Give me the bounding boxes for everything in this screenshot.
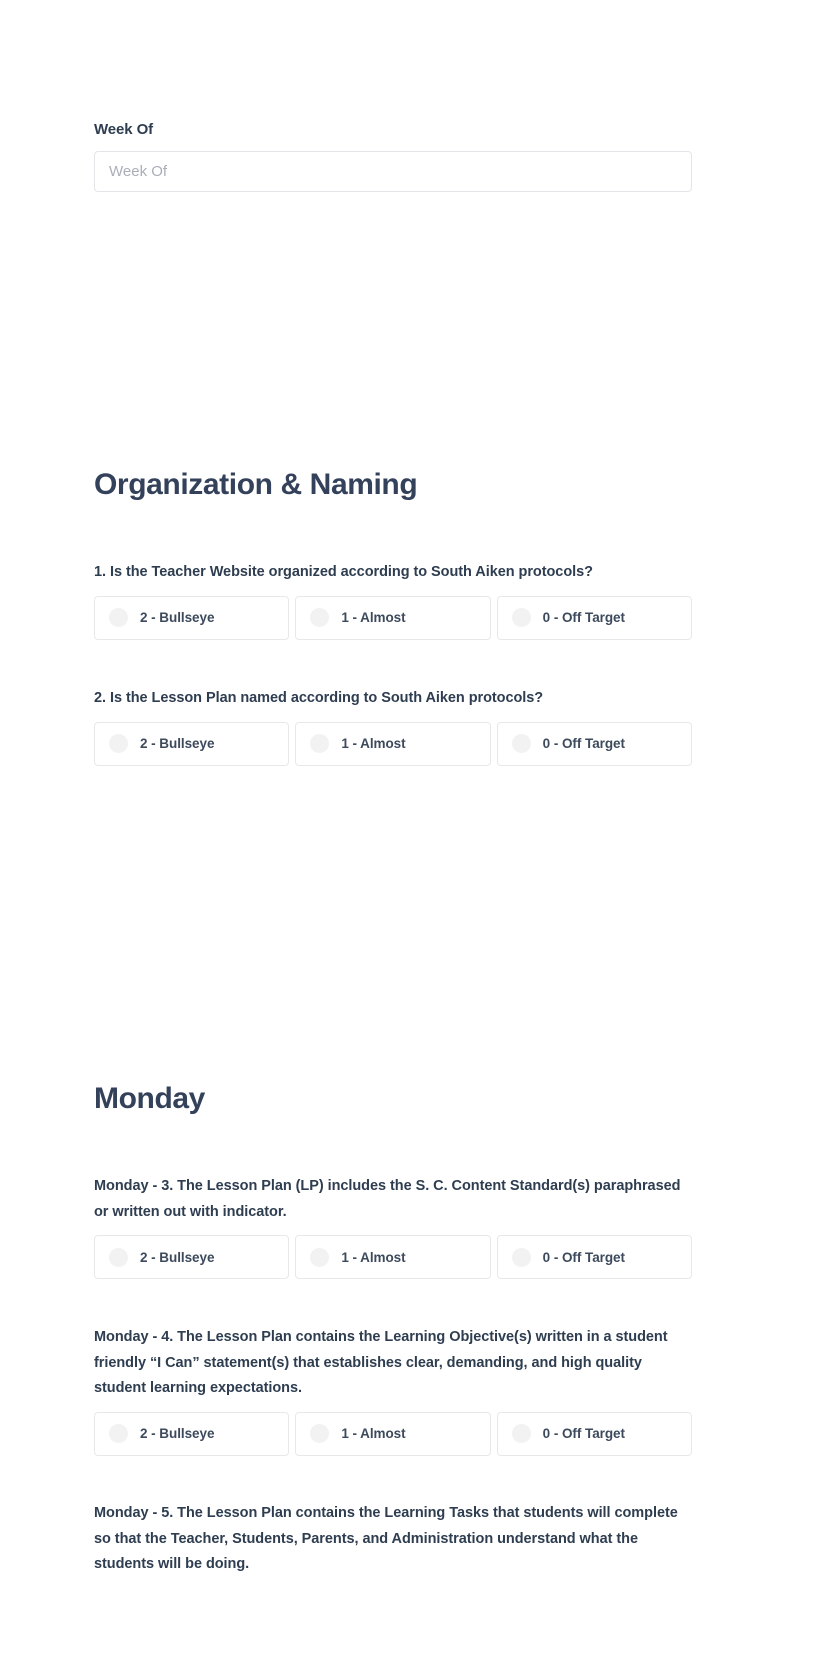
option-off-target[interactable]: 0 - Off Target [496, 1235, 692, 1279]
question-text: Monday - 3. The Lesson Plan (LP) include… [94, 1178, 681, 1220]
option-label: 2 - Bullseye [140, 736, 215, 751]
option-label: 0 - Off Target [542, 610, 625, 625]
radio-circle-icon[interactable] [109, 1424, 128, 1443]
question-text: Monday - 4. The Lesson Plan contains the… [94, 1329, 668, 1396]
option-bullseye[interactable]: 2 - Bullseye [94, 595, 290, 640]
option-almost[interactable]: 1 - Almost [295, 1411, 491, 1456]
option-label: 0 - Off Target [542, 1426, 625, 1441]
option-label: 1 - Almost [341, 610, 406, 625]
option-off-target[interactable]: 0 - Off Target [496, 1411, 692, 1456]
radio-circle-icon[interactable] [511, 1247, 531, 1267]
week-of-label: Week Of [94, 121, 154, 138]
question-text: 1. Is the Teacher Website organized acco… [94, 564, 593, 580]
question-block: 2. Is the Lesson Plan named according to… [94, 686, 692, 766]
option-almost[interactable]: 1 - Almost [295, 721, 491, 766]
week-of-input[interactable] [94, 151, 692, 192]
options-row: 2 - Bullseye 1 - Almost 0 - Off Target [94, 721, 692, 766]
radio-circle-icon[interactable] [109, 1247, 128, 1267]
option-label: 0 - Off Target [542, 1249, 625, 1265]
option-bullseye[interactable]: 2 - Bullseye [94, 1411, 290, 1456]
radio-circle-icon[interactable] [511, 734, 531, 753]
section-heading-monday: Monday [94, 1082, 205, 1115]
option-bullseye[interactable]: 2 - Bullseye [94, 721, 290, 766]
radio-circle-icon[interactable] [310, 734, 330, 753]
question-block: Monday - 5. The Lesson Plan contains the… [94, 1501, 692, 1588]
form-page: Week Of Organization & Naming 1. Is the … [0, 0, 840, 1680]
option-label: 2 - Bullseye [140, 610, 215, 625]
question-text: Monday - 5. The Lesson Plan contains the… [94, 1505, 678, 1572]
option-off-target[interactable]: 0 - Off Target [496, 721, 692, 766]
option-label: 2 - Bullseye [140, 1249, 215, 1265]
option-almost[interactable]: 1 - Almost [295, 1235, 491, 1279]
week-of-field-group: Week Of [94, 120, 692, 192]
radio-circle-icon[interactable] [310, 1424, 330, 1443]
section-heading-organization-naming: Organization & Naming [94, 468, 418, 501]
radio-circle-icon[interactable] [511, 1424, 531, 1443]
radio-circle-icon[interactable] [511, 608, 531, 627]
option-label: 2 - Bullseye [140, 1426, 215, 1441]
option-almost[interactable]: 1 - Almost [295, 595, 491, 640]
option-label: 1 - Almost [341, 1426, 406, 1441]
option-label: 0 - Off Target [542, 736, 625, 751]
question-text: 2. Is the Lesson Plan named according to… [94, 690, 544, 706]
options-row: 2 - Bullseye 1 - Almost 0 - Off Target [94, 1411, 692, 1456]
question-block: 1. Is the Teacher Website organized acco… [94, 560, 692, 640]
options-row: 2 - Bullseye 1 - Almost 0 - Off Target [94, 1235, 692, 1279]
option-bullseye[interactable]: 2 - Bullseye [94, 1235, 290, 1279]
options-row: 2 - Bullseye 1 - Almost 0 - Off Target [94, 595, 692, 640]
question-block: Monday - 4. The Lesson Plan contains the… [94, 1325, 692, 1456]
question-block: Monday - 3. The Lesson Plan (LP) include… [94, 1174, 692, 1279]
option-off-target[interactable]: 0 - Off Target [496, 595, 692, 640]
radio-circle-icon[interactable] [310, 1247, 330, 1267]
option-label: 1 - Almost [341, 1249, 406, 1265]
radio-circle-icon[interactable] [109, 734, 128, 753]
radio-circle-icon[interactable] [109, 608, 128, 627]
radio-circle-icon[interactable] [310, 608, 330, 627]
option-label: 1 - Almost [341, 736, 406, 751]
